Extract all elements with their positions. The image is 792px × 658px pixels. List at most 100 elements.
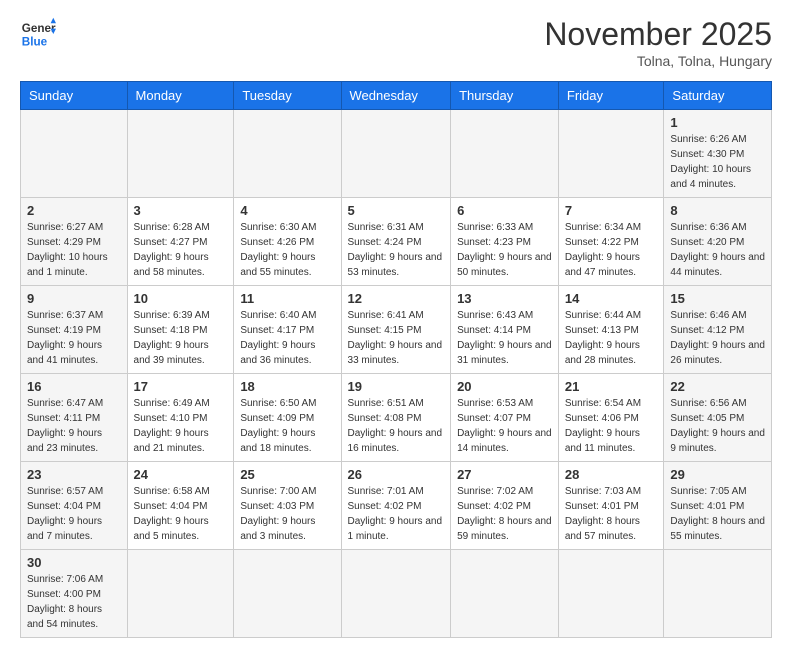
calendar-week-row: 30Sunrise: 7:06 AM Sunset: 4:00 PM Dayli… bbox=[21, 550, 772, 638]
day-number: 29 bbox=[670, 467, 765, 482]
day-number: 8 bbox=[670, 203, 765, 218]
day-info: Sunrise: 7:02 AM Sunset: 4:02 PM Dayligh… bbox=[457, 484, 552, 544]
day-info: Sunrise: 6:56 AM Sunset: 4:05 PM Dayligh… bbox=[670, 396, 765, 456]
day-number: 3 bbox=[134, 203, 228, 218]
col-sunday: Sunday bbox=[21, 82, 128, 110]
col-wednesday: Wednesday bbox=[341, 82, 451, 110]
header: General Blue November 2025 Tolna, Tolna,… bbox=[20, 16, 772, 69]
day-number: 16 bbox=[27, 379, 121, 394]
table-row: 11 Sunrise: 6:40 AM Sunset: 4:17 PM Dayli… bbox=[234, 286, 341, 374]
day-info: Sunrise: 6:31 AM Sunset: 4:24 PM Dayligh… bbox=[348, 220, 445, 280]
title-block: November 2025 Tolna, Tolna, Hungary bbox=[544, 16, 772, 69]
table-row: 3 Sunrise: 6:28 AM Sunset: 4:27 PM Daylig… bbox=[127, 198, 234, 286]
table-row: 15 Sunrise: 6:46 AM Sunset: 4:12 PM Dayli… bbox=[664, 286, 772, 374]
day-number: 14 bbox=[565, 291, 658, 306]
day-number: 17 bbox=[134, 379, 228, 394]
table-row: 2Sunrise: 6:27 AM Sunset: 4:29 PM Daylig… bbox=[21, 198, 128, 286]
day-info: Sunrise: 6:34 AM Sunset: 4:22 PM Dayligh… bbox=[565, 220, 658, 280]
calendar: Sunday Monday Tuesday Wednesday Thursday… bbox=[20, 81, 772, 638]
table-row: 12 Sunrise: 6:41 AM Sunset: 4:15 PM Dayli… bbox=[341, 286, 451, 374]
table-row: 26Sunrise: 7:01 AM Sunset: 4:02 PM Dayli… bbox=[341, 462, 451, 550]
table-row: 14Sunrise: 6:44 AM Sunset: 4:13 PM Dayli… bbox=[558, 286, 664, 374]
day-info: Sunrise: 6:58 AM Sunset: 4:04 PM Dayligh… bbox=[134, 484, 228, 544]
day-number: 28 bbox=[565, 467, 658, 482]
calendar-header-row: Sunday Monday Tuesday Wednesday Thursday… bbox=[21, 82, 772, 110]
col-monday: Monday bbox=[127, 82, 234, 110]
table-row bbox=[558, 550, 664, 638]
day-info: Sunrise: 7:06 AM Sunset: 4:00 PM Dayligh… bbox=[27, 572, 121, 632]
day-info: Sunrise: 6:27 AM Sunset: 4:29 PM Dayligh… bbox=[27, 220, 121, 280]
table-row bbox=[451, 550, 559, 638]
day-number: 4 bbox=[240, 203, 334, 218]
day-number: 6 bbox=[457, 203, 552, 218]
day-info: Sunrise: 6:28 AM Sunset: 4:27 PM Dayligh… bbox=[134, 220, 228, 280]
table-row bbox=[234, 110, 341, 198]
day-info: Sunrise: 7:05 AM Sunset: 4:01 PM Dayligh… bbox=[670, 484, 765, 544]
generalblue-icon: General Blue bbox=[20, 16, 56, 52]
day-info: Sunrise: 6:33 AM Sunset: 4:23 PM Dayligh… bbox=[457, 220, 552, 280]
day-number: 1 bbox=[670, 115, 765, 130]
day-number: 9 bbox=[27, 291, 121, 306]
page: General Blue November 2025 Tolna, Tolna,… bbox=[0, 0, 792, 658]
day-info: Sunrise: 7:03 AM Sunset: 4:01 PM Dayligh… bbox=[565, 484, 658, 544]
day-number: 26 bbox=[348, 467, 445, 482]
day-info: Sunrise: 6:54 AM Sunset: 4:06 PM Dayligh… bbox=[565, 396, 658, 456]
day-info: Sunrise: 6:40 AM Sunset: 4:17 PM Dayligh… bbox=[240, 308, 334, 368]
day-info: Sunrise: 6:49 AM Sunset: 4:10 PM Dayligh… bbox=[134, 396, 228, 456]
table-row bbox=[341, 550, 451, 638]
svg-text:Blue: Blue bbox=[22, 36, 48, 49]
day-info: Sunrise: 6:51 AM Sunset: 4:08 PM Dayligh… bbox=[348, 396, 445, 456]
day-info: Sunrise: 6:36 AM Sunset: 4:20 PM Dayligh… bbox=[670, 220, 765, 280]
table-row: 29 Sunrise: 7:05 AM Sunset: 4:01 PM Dayli… bbox=[664, 462, 772, 550]
day-info: Sunrise: 6:46 AM Sunset: 4:12 PM Dayligh… bbox=[670, 308, 765, 368]
day-number: 15 bbox=[670, 291, 765, 306]
table-row: 19Sunrise: 6:51 AM Sunset: 4:08 PM Dayli… bbox=[341, 374, 451, 462]
table-row: 7 Sunrise: 6:34 AM Sunset: 4:22 PM Daylig… bbox=[558, 198, 664, 286]
day-number: 22 bbox=[670, 379, 765, 394]
table-row: 10Sunrise: 6:39 AM Sunset: 4:18 PM Dayli… bbox=[127, 286, 234, 374]
table-row: 13Sunrise: 6:43 AM Sunset: 4:14 PM Dayli… bbox=[451, 286, 559, 374]
table-row: 16 Sunrise: 6:47 AM Sunset: 4:11 PM Dayli… bbox=[21, 374, 128, 462]
day-info: Sunrise: 6:26 AM Sunset: 4:30 PM Dayligh… bbox=[670, 132, 765, 192]
table-row: 28 Sunrise: 7:03 AM Sunset: 4:01 PM Dayli… bbox=[558, 462, 664, 550]
table-row bbox=[558, 110, 664, 198]
col-thursday: Thursday bbox=[451, 82, 559, 110]
table-row bbox=[234, 550, 341, 638]
table-row: 18Sunrise: 6:50 AM Sunset: 4:09 PM Dayli… bbox=[234, 374, 341, 462]
day-info: Sunrise: 6:30 AM Sunset: 4:26 PM Dayligh… bbox=[240, 220, 334, 280]
day-info: Sunrise: 7:00 AM Sunset: 4:03 PM Dayligh… bbox=[240, 484, 334, 544]
day-number: 12 bbox=[348, 291, 445, 306]
col-friday: Friday bbox=[558, 82, 664, 110]
day-number: 21 bbox=[565, 379, 658, 394]
table-row: 4 Sunrise: 6:30 AM Sunset: 4:26 PM Daylig… bbox=[234, 198, 341, 286]
day-info: Sunrise: 6:53 AM Sunset: 4:07 PM Dayligh… bbox=[457, 396, 552, 456]
day-info: Sunrise: 6:39 AM Sunset: 4:18 PM Dayligh… bbox=[134, 308, 228, 368]
location: Tolna, Tolna, Hungary bbox=[544, 53, 772, 69]
table-row: 8 Sunrise: 6:36 AM Sunset: 4:20 PM Daylig… bbox=[664, 198, 772, 286]
table-row: 1 Sunrise: 6:26 AM Sunset: 4:30 PM Daylig… bbox=[664, 110, 772, 198]
table-row: 20 Sunrise: 6:53 AM Sunset: 4:07 PM Dayli… bbox=[451, 374, 559, 462]
calendar-body: 1 Sunrise: 6:26 AM Sunset: 4:30 PM Daylig… bbox=[21, 110, 772, 638]
table-row bbox=[21, 110, 128, 198]
table-row: 25Sunrise: 7:00 AM Sunset: 4:03 PM Dayli… bbox=[234, 462, 341, 550]
day-number: 5 bbox=[348, 203, 445, 218]
day-info: Sunrise: 6:50 AM Sunset: 4:09 PM Dayligh… bbox=[240, 396, 334, 456]
calendar-week-row: 1 Sunrise: 6:26 AM Sunset: 4:30 PM Daylig… bbox=[21, 110, 772, 198]
table-row bbox=[451, 110, 559, 198]
table-row: 5 Sunrise: 6:31 AM Sunset: 4:24 PM Daylig… bbox=[341, 198, 451, 286]
table-row: 22 Sunrise: 6:56 AM Sunset: 4:05 PM Dayli… bbox=[664, 374, 772, 462]
table-row: 9 Sunrise: 6:37 AM Sunset: 4:19 PM Daylig… bbox=[21, 286, 128, 374]
day-info: Sunrise: 6:47 AM Sunset: 4:11 PM Dayligh… bbox=[27, 396, 121, 456]
day-number: 7 bbox=[565, 203, 658, 218]
day-info: Sunrise: 6:41 AM Sunset: 4:15 PM Dayligh… bbox=[348, 308, 445, 368]
day-number: 11 bbox=[240, 291, 334, 306]
table-row bbox=[127, 110, 234, 198]
day-number: 20 bbox=[457, 379, 552, 394]
day-info: Sunrise: 6:57 AM Sunset: 4:04 PM Dayligh… bbox=[27, 484, 121, 544]
table-row bbox=[127, 550, 234, 638]
table-row: 27Sunrise: 7:02 AM Sunset: 4:02 PM Dayli… bbox=[451, 462, 559, 550]
day-info: Sunrise: 6:37 AM Sunset: 4:19 PM Dayligh… bbox=[27, 308, 121, 368]
logo: General Blue bbox=[20, 16, 56, 52]
col-tuesday: Tuesday bbox=[234, 82, 341, 110]
calendar-week-row: 23Sunrise: 6:57 AM Sunset: 4:04 PM Dayli… bbox=[21, 462, 772, 550]
